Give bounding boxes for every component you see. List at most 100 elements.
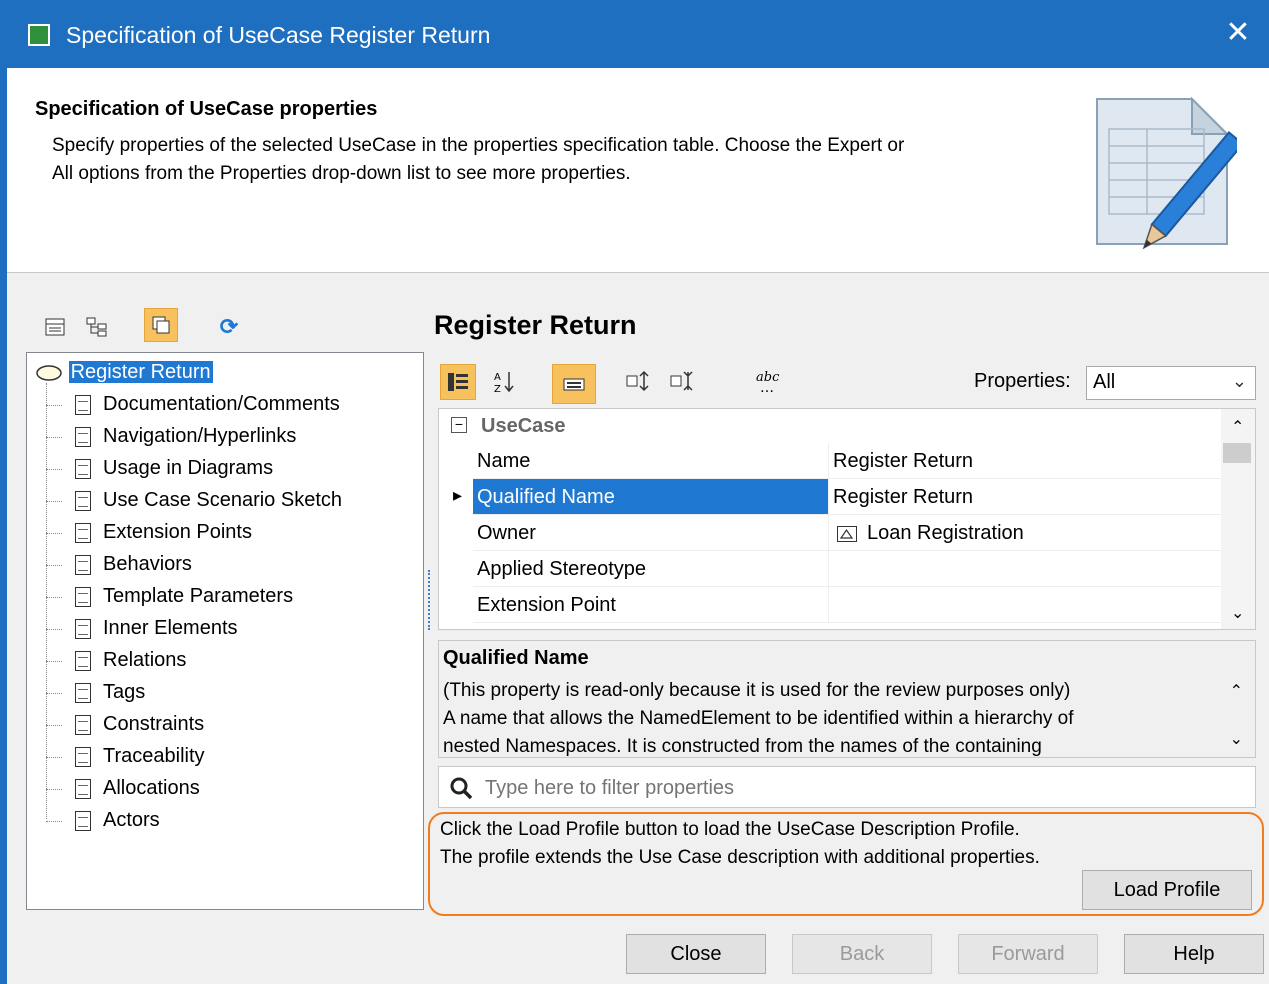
group-row-usecase[interactable]: − UseCase (439, 409, 1221, 443)
page-icon (75, 554, 91, 575)
tree-item[interactable]: Behaviors (75, 549, 192, 579)
description-scroll-down-icon[interactable]: ⌄ (1230, 729, 1243, 749)
page-icon (75, 458, 91, 479)
properties-dropdown[interactable]: All ⌄ (1086, 366, 1256, 400)
tree-item-label: Traceability (103, 745, 205, 767)
list-view-icon[interactable] (38, 310, 72, 344)
search-icon (450, 777, 473, 800)
tree-item[interactable]: Use Case Scenario Sketch (75, 485, 342, 515)
categorized-view-icon[interactable] (440, 364, 476, 400)
collapse-all-icon[interactable] (666, 364, 700, 398)
property-value[interactable] (829, 587, 1221, 623)
property-value[interactable]: Register Return (829, 479, 1221, 515)
tree-view-icon[interactable] (80, 310, 114, 344)
tree-item[interactable]: Traceability (75, 741, 205, 771)
tree-connector (46, 405, 62, 406)
description-panel-icon[interactable] (552, 364, 596, 404)
tree-connector (46, 693, 62, 694)
svg-text:Z: Z (494, 384, 501, 394)
show-all-icon[interactable] (144, 308, 178, 342)
scrollbar-thumb[interactable] (1223, 443, 1251, 463)
tree-item[interactable]: Navigation/Hyperlinks (75, 421, 296, 451)
svg-text:…: … (760, 380, 774, 394)
property-value[interactable]: Register Return (829, 443, 1221, 479)
window-border (0, 68, 7, 984)
page-icon (75, 810, 91, 831)
specification-document-icon (1096, 96, 1237, 250)
tree-item-label: Navigation/Hyperlinks (103, 425, 297, 447)
filter-box (438, 766, 1256, 808)
property-value[interactable] (829, 551, 1221, 587)
page-icon (75, 490, 91, 511)
tree-item[interactable]: Constraints (75, 709, 204, 739)
tree-item[interactable]: Inner Elements (75, 613, 238, 643)
property-name: Name (473, 443, 829, 479)
tree-item[interactable]: Usage in Diagrams (75, 453, 273, 483)
properties-dropdown-value: All (1093, 371, 1116, 393)
back-button[interactable]: Back (792, 934, 932, 974)
page-icon (75, 522, 91, 543)
profile-line2: The profile extends the Use Case descrip… (440, 847, 1040, 868)
tree-item[interactable]: Actors (75, 805, 160, 835)
tree-connector (46, 383, 47, 819)
tree-connector (46, 597, 62, 598)
scroll-up-icon[interactable]: ⌃ (1231, 417, 1244, 437)
package-icon (837, 525, 857, 542)
page-icon (75, 426, 91, 447)
header-description: Specify properties of the selected UseCa… (52, 132, 1052, 188)
property-row[interactable]: ▸ Qualified Name Register Return (439, 479, 1221, 515)
sort-alphabetical-icon[interactable]: AZ (486, 364, 522, 400)
tree-item[interactable]: Relations (75, 645, 186, 675)
tree-item-label: Behaviors (103, 553, 192, 575)
close-icon[interactable]: ✕ (1223, 16, 1253, 50)
property-row[interactable]: Applied Stereotype (439, 551, 1221, 587)
tree-item-label: Allocations (103, 777, 200, 799)
tree-item-label: Inner Elements (103, 617, 238, 639)
property-value[interactable]: Loan Registration (829, 515, 1221, 551)
element-title: Register Return (434, 310, 637, 340)
load-profile-section: Click the Load Profile button to load th… (428, 812, 1264, 916)
tree-item-label: Actors (103, 809, 160, 831)
app-icon (28, 24, 50, 46)
tree-item[interactable]: Documentation/Comments (75, 389, 340, 419)
property-row[interactable]: Extension Point (439, 587, 1221, 623)
svg-text:A: A (494, 372, 501, 383)
close-button[interactable]: Close (626, 934, 766, 974)
tree-root[interactable]: Register Return (35, 357, 213, 387)
filter-input[interactable] (483, 773, 1247, 803)
tree-item[interactable]: Allocations (75, 773, 200, 803)
tree-item[interactable]: Template Parameters (75, 581, 293, 611)
property-name: Applied Stereotype (473, 551, 829, 587)
title-bar: Specification of UseCase Register Return… (0, 0, 1269, 68)
page-icon (75, 682, 91, 703)
help-button[interactable]: Help (1124, 934, 1264, 974)
panel-splitter[interactable] (428, 570, 433, 630)
forward-button[interactable]: Forward (958, 934, 1098, 974)
page-icon (75, 714, 91, 735)
spelling-icon[interactable]: abc… (752, 364, 786, 398)
page-icon (75, 778, 91, 799)
scroll-down-icon[interactable]: ⌄ (1231, 603, 1244, 623)
grid-scrollbar[interactable]: ⌃ ⌄ (1221, 409, 1255, 629)
property-description: Qualified Name (This property is read-on… (438, 640, 1256, 758)
header-heading: Specification of UseCase properties (35, 98, 378, 120)
page-icon (75, 746, 91, 767)
tree-connector (46, 661, 62, 662)
property-row[interactable]: Name Register Return (439, 443, 1221, 479)
tree-item[interactable]: Extension Points (75, 517, 252, 547)
description-scroll-up-icon[interactable]: ⌃ (1230, 681, 1243, 701)
tree-connector (46, 565, 62, 566)
load-profile-button[interactable]: Load Profile (1082, 870, 1252, 910)
tree-connector (46, 789, 62, 790)
refresh-icon[interactable]: ⟳ (212, 310, 246, 344)
collapse-group-icon[interactable]: − (451, 417, 467, 433)
tree-item[interactable]: Tags (75, 677, 145, 707)
tree-connector (46, 533, 62, 534)
expand-all-icon[interactable] (622, 364, 656, 398)
tree-connector (46, 437, 62, 438)
property-name: Qualified Name (473, 479, 829, 515)
properties-label: Properties: (974, 370, 1071, 392)
tree-item-label: Tags (103, 681, 146, 703)
description-line2: A name that allows the NamedElement to b… (443, 708, 1074, 729)
property-row[interactable]: Owner Loan Registration (439, 515, 1221, 551)
